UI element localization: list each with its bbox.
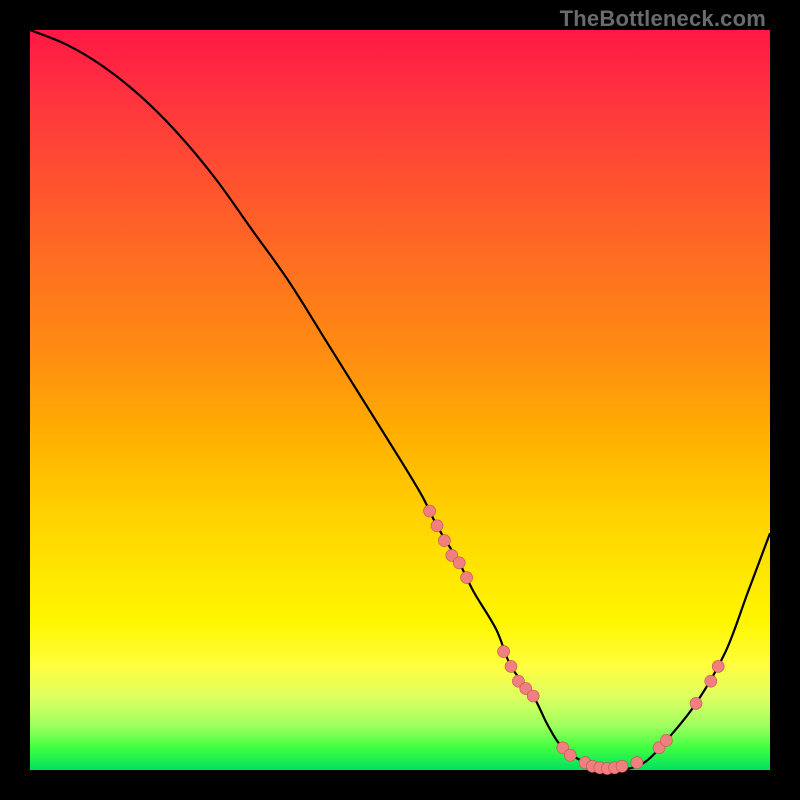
data-marker [660,734,672,746]
data-marker [631,757,643,769]
data-marker [453,557,465,569]
marker-group [424,505,725,775]
data-marker [690,697,702,709]
data-marker [505,660,517,672]
data-marker [616,760,628,772]
data-marker [527,690,539,702]
data-marker [431,520,443,532]
data-marker [564,749,576,761]
chart-stage: TheBottleneck.com [0,0,800,800]
plot-area [30,30,770,770]
data-marker [498,646,510,658]
watermark-label: TheBottleneck.com [560,6,766,32]
data-marker [712,660,724,672]
data-marker [424,505,436,517]
data-marker [438,535,450,547]
data-marker [705,675,717,687]
data-marker [461,572,473,584]
curve-layer [30,30,770,770]
bottleneck-curve [30,30,770,771]
